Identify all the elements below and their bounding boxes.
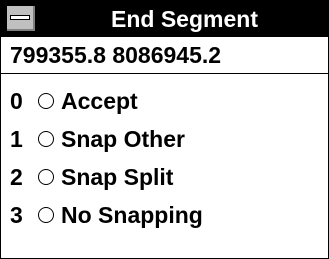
option-key: 2 bbox=[10, 164, 23, 190]
option-key: 0 bbox=[10, 88, 23, 114]
radio-button-icon[interactable] bbox=[38, 131, 54, 147]
option-label: Accept bbox=[61, 88, 138, 114]
option-key: 1 bbox=[10, 126, 23, 152]
radio-button-icon[interactable] bbox=[38, 93, 54, 109]
option-label: Snap Split bbox=[61, 164, 174, 190]
system-menu-icon[interactable] bbox=[7, 6, 35, 31]
option-accept[interactable]: 0 Accept bbox=[1, 82, 328, 120]
option-snap-split[interactable]: 2 Snap Split bbox=[1, 158, 328, 196]
snap-options-list: 0 Accept 1 Snap Other 2 Snap Split 3 No … bbox=[1, 74, 328, 234]
radio-button-icon[interactable] bbox=[38, 207, 54, 223]
option-no-snapping[interactable]: 3 No Snapping bbox=[1, 196, 328, 234]
title-bar[interactable]: End Segment bbox=[1, 1, 328, 37]
option-key: 3 bbox=[10, 202, 23, 228]
option-snap-other[interactable]: 1 Snap Other bbox=[1, 120, 328, 158]
window-title: End Segment bbox=[111, 6, 258, 32]
radio-button-icon[interactable] bbox=[38, 169, 54, 185]
system-menu-bar bbox=[10, 15, 30, 20]
coordinates-readout: 799355.8 8086945.2 bbox=[1, 37, 328, 74]
end-segment-dialog: End Segment 799355.8 8086945.2 0 Accept … bbox=[0, 0, 329, 259]
option-label: Snap Other bbox=[61, 126, 185, 152]
option-label: No Snapping bbox=[61, 202, 203, 228]
